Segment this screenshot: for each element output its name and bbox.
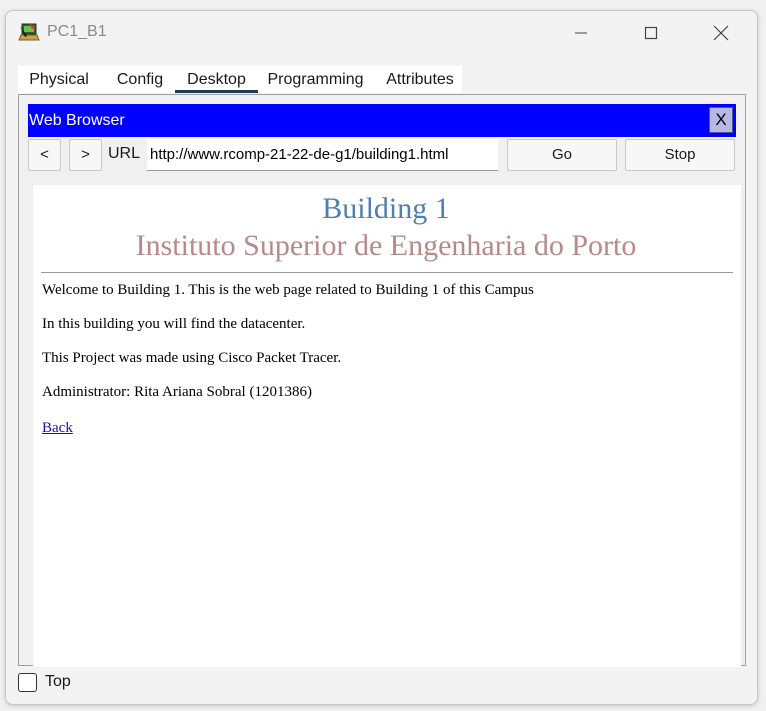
tab-attributes[interactable]: Attributes <box>378 66 462 93</box>
browser-toolbar: < > URL Go Stop <box>28 139 736 173</box>
page-subtitle: Instituto Superior de Engenharia do Port… <box>135 229 637 262</box>
paragraph-welcome: Welcome to Building 1. This is the web p… <box>42 282 534 298</box>
go-button[interactable]: Go <box>507 139 617 171</box>
forward-button[interactable]: > <box>69 139 102 171</box>
window-title: PC1_B1 <box>47 23 107 40</box>
tab-config[interactable]: Config <box>105 66 175 93</box>
browser-close-button[interactable]: X <box>709 107 733 133</box>
web-browser-title: Web Browser <box>29 112 125 129</box>
url-input[interactable] <box>147 139 498 171</box>
browser-viewport: Building 1 Instituto Superior de Engenha… <box>33 185 741 667</box>
back-button[interactable]: < <box>28 139 61 171</box>
tab-bar: Physical Config Desktop Programming Attr… <box>18 66 462 93</box>
top-checkbox[interactable] <box>18 673 37 692</box>
close-icon <box>713 25 729 41</box>
close-button[interactable] <box>698 17 744 49</box>
title-bar: PC1_B1 <box>6 11 757 55</box>
packet-tracer-pc-icon <box>18 22 40 44</box>
maximize-icon <box>644 26 658 40</box>
minimize-icon <box>574 26 588 40</box>
stop-button[interactable]: Stop <box>625 139 735 171</box>
paragraph-administrator: Administrator: Rita Ariana Sobral (12013… <box>42 384 312 400</box>
desktop-panel: Web Browser X < > URL Go Stop Building 1… <box>18 94 746 667</box>
tab-desktop[interactable]: Desktop <box>175 66 258 93</box>
minimize-button[interactable] <box>558 17 604 49</box>
web-browser-title-bar: Web Browser X <box>28 104 736 137</box>
paragraph-datacenter: In this building you will find the datac… <box>42 316 306 332</box>
tab-programming[interactable]: Programming <box>263 66 368 93</box>
back-link[interactable]: Back <box>42 420 73 436</box>
horizontal-rule <box>41 272 733 273</box>
app-window: PC1_B1 Physical Config Desktop Programmi… <box>5 10 758 705</box>
url-label: URL <box>108 145 141 162</box>
page-title: Building 1 <box>322 192 450 225</box>
maximize-button[interactable] <box>628 17 674 49</box>
top-label: Top <box>45 673 71 690</box>
tab-physical[interactable]: Physical <box>18 66 100 93</box>
paragraph-project: This Project was made using Cisco Packet… <box>42 350 342 366</box>
